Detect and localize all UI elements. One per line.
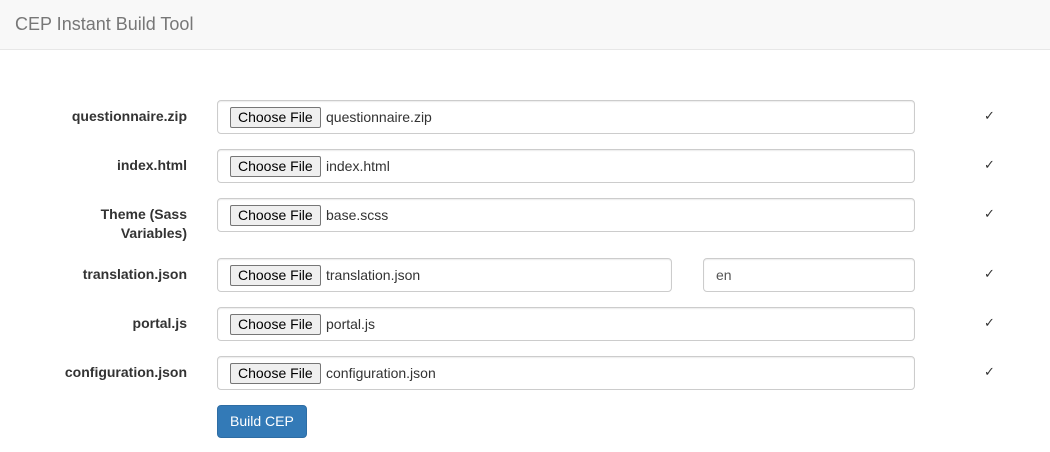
check-icon: ✓ <box>984 364 995 379</box>
choose-file-button[interactable]: Choose File <box>230 265 321 286</box>
label-configuration: configuration.json <box>64 364 187 380</box>
selected-file-name: index.html <box>326 158 390 174</box>
choose-file-button[interactable]: Choose File <box>230 156 321 177</box>
theme-file-input[interactable]: Choose File base.scss <box>217 198 915 232</box>
translation-file-input[interactable]: Choose File translation.json <box>217 258 672 292</box>
configuration-file-input[interactable]: Choose File configuration.json <box>217 356 915 390</box>
check-icon: ✓ <box>984 266 995 281</box>
check-icon: ✓ <box>984 108 995 123</box>
label-theme: Theme (Sass Variables) <box>27 205 187 243</box>
selected-file-name: translation.json <box>326 267 421 283</box>
selected-file-name: configuration.json <box>326 365 436 381</box>
label-translation: translation.json <box>82 266 187 282</box>
portal-file-input[interactable]: Choose File portal.js <box>217 307 915 341</box>
choose-file-button[interactable]: Choose File <box>230 107 321 128</box>
check-icon: ✓ <box>984 157 995 172</box>
selected-file-name: base.scss <box>326 207 389 223</box>
choose-file-button[interactable]: Choose File <box>230 314 321 335</box>
label-questionnaire: questionnaire.zip <box>71 108 187 124</box>
language-input[interactable] <box>703 258 915 292</box>
label-portal: portal.js <box>132 315 187 331</box>
build-cep-button[interactable]: Build CEP <box>217 405 307 438</box>
questionnaire-file-input[interactable]: Choose File questionnaire.zip <box>217 100 915 134</box>
check-icon: ✓ <box>984 315 995 330</box>
index-html-file-input[interactable]: Choose File index.html <box>217 149 915 183</box>
label-theme-line1: Theme (Sass <box>100 206 187 222</box>
app-title[interactable]: CEP Instant Build Tool <box>15 14 193 35</box>
check-icon: ✓ <box>984 206 995 221</box>
label-index-html: index.html <box>116 157 187 173</box>
choose-file-button[interactable]: Choose File <box>230 205 321 226</box>
navbar: CEP Instant Build Tool <box>0 0 1050 50</box>
choose-file-button[interactable]: Choose File <box>230 363 321 384</box>
selected-file-name: questionnaire.zip <box>326 109 432 125</box>
label-theme-line2: Variables) <box>120 225 187 241</box>
selected-file-name: portal.js <box>326 316 376 332</box>
